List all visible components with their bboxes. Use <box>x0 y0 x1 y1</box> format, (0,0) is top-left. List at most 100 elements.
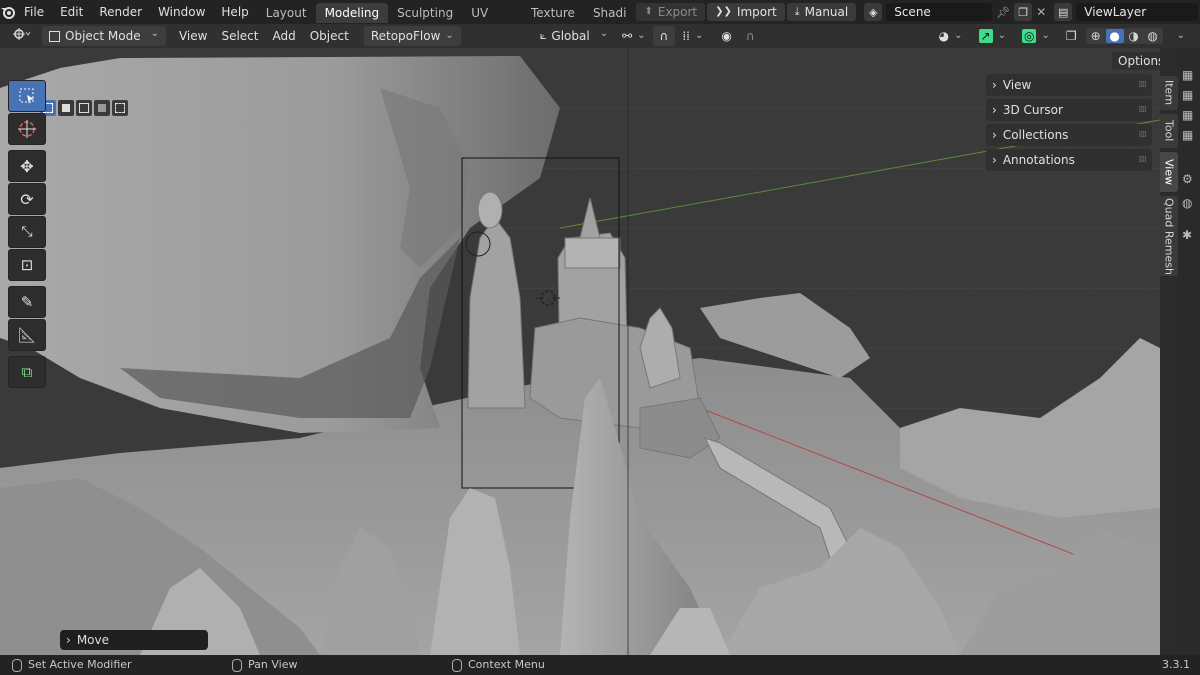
magnet-icon: ∩ <box>659 29 669 43</box>
drag-handle-icon[interactable]: ⁞⁞⁞⁞ <box>1139 155 1148 165</box>
gizmo-icon: ↗ <box>978 29 993 43</box>
menu-help[interactable]: Help <box>213 0 256 24</box>
menu-object[interactable]: Object <box>303 26 356 46</box>
menu-window[interactable]: Window <box>150 0 213 24</box>
orientation-axes-icon: ⟀ <box>539 29 547 42</box>
move-tool[interactable]: ✥ <box>8 150 46 182</box>
properties-tab-icon[interactable]: ▦ <box>1182 68 1193 82</box>
material-shading-icon[interactable]: ◑ <box>1125 29 1143 43</box>
overlays-icon: ◎ <box>1021 29 1037 43</box>
retopoflow-menu[interactable]: RetopoFlow <box>363 26 461 46</box>
pivot-point-dropdown[interactable]: ⚯ <box>615 26 652 46</box>
tab-sculpting[interactable]: Sculpting <box>388 3 462 23</box>
options-dropdown[interactable]: Options <box>1112 52 1160 70</box>
panel-view[interactable]: › View ⁞⁞⁞⁞ <box>986 74 1152 96</box>
object-mode-icon <box>49 30 60 42</box>
tab-layout[interactable]: Layout <box>257 3 316 23</box>
panel-3d-cursor[interactable]: › 3D Cursor ⁞⁞⁞⁞ <box>986 99 1152 121</box>
new-scene-icon[interactable]: ❐ <box>1014 3 1033 21</box>
scene-selector-icon[interactable]: ◈ <box>864 3 883 21</box>
gizmo-dropdown[interactable]: ↗ <box>972 26 1013 46</box>
scale-tool[interactable]: ⤡ <box>8 216 46 248</box>
status-bar: Set Active Modifier Pan View Context Men… <box>0 655 1200 675</box>
overlays-dropdown[interactable]: ◎ <box>1015 26 1057 46</box>
properties-tab-icon[interactable]: ◍ <box>1182 196 1192 210</box>
select-invert-icon[interactable] <box>94 100 110 116</box>
select-extend-icon[interactable] <box>58 100 74 116</box>
view-layer-field[interactable]: ViewLayer <box>1076 3 1199 21</box>
view-layer-icon[interactable]: ▤ <box>1054 3 1073 21</box>
status-right: Context Menu <box>452 655 545 675</box>
properties-strip: ▦ ▦ ▦ ▦ ⚙ ◍ ✱ <box>1178 48 1200 655</box>
tab-uv-editing[interactable]: UV Editing <box>462 3 522 40</box>
xray-icon: ❐ <box>1065 29 1077 43</box>
import-button[interactable]: ❯❯ Import <box>707 3 785 21</box>
status-middle: Pan View <box>232 655 297 675</box>
tab-tool[interactable]: Tool <box>1160 114 1178 148</box>
sidebar-panel: › View ⁞⁞⁞⁞ › 3D Cursor ⁞⁞⁞⁞ › Collections ⁞⁞⁞… <box>986 74 1152 174</box>
properties-tab-icon[interactable]: ▦ <box>1182 88 1193 102</box>
drag-handle-icon[interactable]: ⁞⁞⁞⁞ <box>1139 130 1148 140</box>
tab-quad-remesh[interactable]: Quad Remesh <box>1160 196 1178 276</box>
scene-name-field[interactable]: Scene <box>886 3 993 21</box>
menu-edit[interactable]: Edit <box>52 0 91 24</box>
properties-tab-icon[interactable]: ▦ <box>1182 128 1193 142</box>
proportional-falloff-dropdown[interactable]: ∩ <box>739 26 762 46</box>
add-cube-tool[interactable]: ⧉ <box>8 356 46 388</box>
tab-item[interactable]: Item <box>1160 76 1178 110</box>
transform-tool[interactable]: ⊡ <box>8 249 46 281</box>
drag-handle-icon[interactable]: ⁞⁞⁞⁞ <box>1139 80 1148 90</box>
properties-tab-icon[interactable]: ⚙ <box>1182 172 1193 186</box>
drag-handle-icon[interactable]: ⁞⁞⁞⁞ <box>1139 105 1148 115</box>
wireframe-shading-icon[interactable]: ⊕ <box>1087 29 1105 43</box>
blender-logo-icon[interactable] <box>0 5 16 19</box>
top-menu-bar: File Edit Render Window Help Layout Mode… <box>0 0 1200 40</box>
menu-file[interactable]: File <box>16 0 52 24</box>
annotate-tool[interactable]: ✎ <box>8 286 46 318</box>
shading-options-dropdown[interactable] <box>1165 26 1192 46</box>
solid-shading-icon[interactable]: ● <box>1105 29 1124 43</box>
panel-collections[interactable]: › Collections ⁞⁞⁞⁞ <box>986 124 1152 146</box>
tab-view[interactable]: View <box>1160 152 1178 192</box>
3d-viewport[interactable]: Options ✥ ⟳ ⤡ ⊡ ✎ 📐︎ ⧉ ›View⁞⁞⁞⁞ ›3D Cur… <box>0 48 1160 655</box>
mode-dropdown[interactable]: Object Mode <box>42 26 166 46</box>
snap-target-dropdown[interactable]: ⁞⁞ <box>675 26 710 46</box>
visibility-dropdown[interactable]: ◕ <box>932 26 970 46</box>
cursor-tool[interactable] <box>8 113 46 145</box>
properties-tab-icon[interactable]: ✱ <box>1182 228 1192 242</box>
last-operator-panel[interactable]: › Move <box>60 630 208 650</box>
menu-view[interactable]: View <box>172 26 214 46</box>
measure-tool[interactable]: 📐︎ <box>8 319 46 351</box>
select-intersect-icon[interactable] <box>112 100 128 116</box>
viewport-header: Object Mode View Select Add Object Retop… <box>0 24 1200 48</box>
sidebar-tabs: Item Tool View Quad Remesh <box>1160 48 1178 655</box>
pivot-icon: ⚯ <box>622 29 633 43</box>
tab-shading[interactable]: Shadi <box>584 3 631 23</box>
menu-add[interactable]: Add <box>266 26 303 46</box>
pin-icon[interactable]: 📌︎ <box>996 6 1010 19</box>
snap-toggle[interactable]: ∩ <box>652 26 676 46</box>
add-cube-icon: ⧉ <box>21 363 33 381</box>
chevron-right-icon: › <box>992 128 997 142</box>
xray-toggle[interactable]: ❐ <box>1059 26 1084 46</box>
transform-orientation-dropdown[interactable]: ⟀ Global <box>533 26 615 46</box>
mouse-right-icon <box>452 658 462 672</box>
tab-texture-paint[interactable]: Texture Paint <box>522 3 584 40</box>
tab-modeling[interactable]: Modeling <box>315 3 389 23</box>
select-subtract-icon[interactable] <box>76 100 92 116</box>
close-scene-icon[interactable]: ✕ <box>1036 5 1046 19</box>
export-button[interactable]: ⬆ Export <box>636 3 706 21</box>
menu-select[interactable]: Select <box>214 26 265 46</box>
manual-button[interactable]: ⤓ Manual <box>786 3 857 21</box>
chevron-right-icon: › <box>992 103 997 117</box>
select-box-tool[interactable] <box>8 80 46 112</box>
rendered-shading-icon[interactable]: ◍ <box>1144 29 1162 43</box>
panel-annotations[interactable]: › Annotations ⁞⁞⁞⁞ <box>986 149 1152 171</box>
editor-type-button[interactable] <box>6 26 38 46</box>
download-icon: ⤓ <box>794 5 800 18</box>
menu-render[interactable]: Render <box>91 0 150 24</box>
proportional-edit-toggle[interactable]: ◉ <box>714 26 738 46</box>
rotate-tool[interactable]: ⟳ <box>8 183 46 215</box>
snap-increment-icon: ⁞⁞ <box>682 29 690 43</box>
properties-tab-icon[interactable]: ▦ <box>1182 108 1193 122</box>
